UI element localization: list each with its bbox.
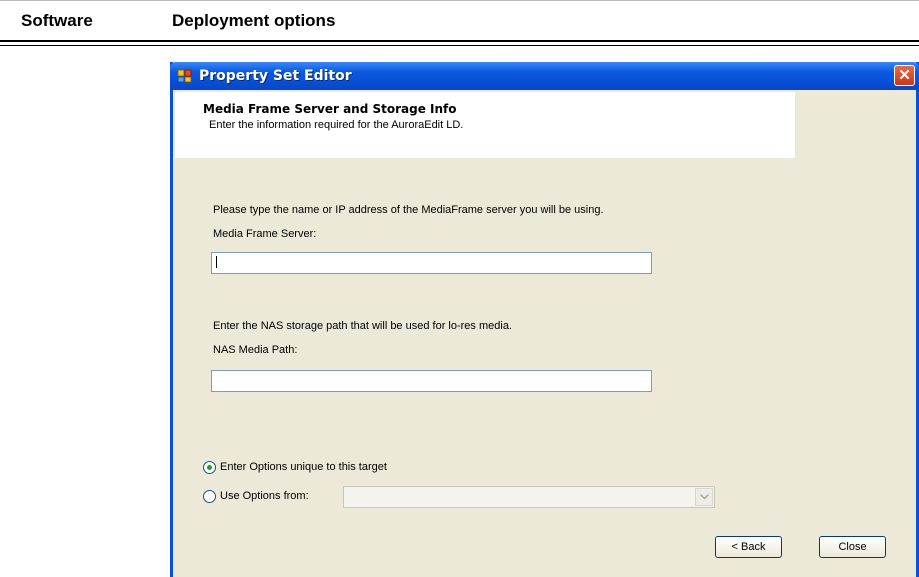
section-label: Software <box>21 11 93 30</box>
server-instruction: Please type the name or IP address of th… <box>213 204 604 216</box>
header-banner: Media Frame Server and Storage Info Ente… <box>175 92 795 158</box>
unique-options-label[interactable]: Enter Options unique to this target <box>220 461 387 473</box>
banner-heading: Media Frame Server and Storage Info <box>203 102 457 116</box>
nas-media-path-label: NAS Media Path: <box>213 344 298 356</box>
chevron-down-icon <box>700 494 709 500</box>
media-frame-server-label: Media Frame Server: <box>213 228 317 240</box>
window-title: Property Set Editor <box>199 68 352 84</box>
media-frame-server-input[interactable] <box>211 252 652 274</box>
use-options-from-label[interactable]: Use Options from: <box>220 490 309 502</box>
radio-unique-options[interactable] <box>203 461 216 474</box>
use-options-from-dropdown[interactable] <box>343 486 715 508</box>
dropdown-arrow-button[interactable] <box>695 488 713 506</box>
header-rule-top <box>0 40 919 42</box>
back-button[interactable]: < Back <box>715 536 782 558</box>
property-set-editor-dialog: Property Set Editor ✕ Media Frame Server… <box>170 62 919 577</box>
nas-media-path-input[interactable] <box>211 370 652 392</box>
property-set-app-icon <box>177 68 193 84</box>
header-rule-bottom <box>0 45 919 46</box>
document-header: Software Deployment options <box>0 0 919 43</box>
nas-instruction: Enter the NAS storage path that will be … <box>213 320 512 332</box>
title-bar[interactable]: Property Set Editor ✕ <box>170 62 919 90</box>
banner-subtitle: Enter the information required for the A… <box>209 119 464 131</box>
radio-selected-dot <box>207 465 212 470</box>
radio-use-options-from[interactable] <box>203 490 216 503</box>
close-icon[interactable]: ✕ <box>894 65 915 86</box>
text-caret <box>216 256 217 268</box>
close-button[interactable]: Close <box>819 536 886 558</box>
page-title: Deployment options <box>172 11 336 30</box>
